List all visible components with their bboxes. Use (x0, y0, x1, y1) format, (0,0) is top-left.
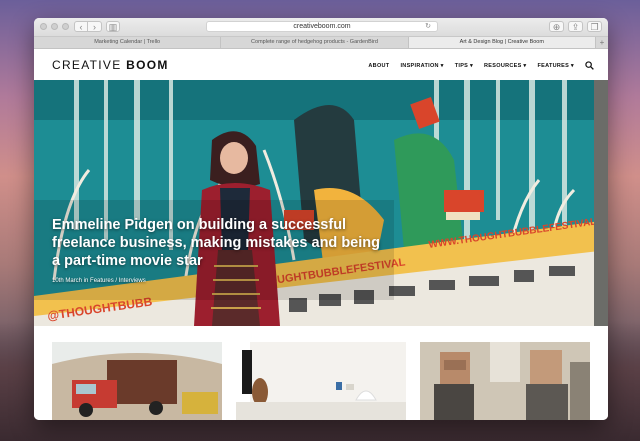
tab-trello[interactable]: Marketing Calendar | Trello (34, 37, 222, 48)
toolbar-right-buttons: ⊕ ⇪ ❐ (549, 21, 602, 32)
browser-toolbar: ‹ › ▥ creativeboom.com ↻ ⊕ ⇪ ❐ (34, 18, 608, 37)
article-card-office[interactable] (236, 342, 406, 420)
back-button[interactable]: ‹ (74, 21, 88, 32)
card-image-portraits (420, 342, 590, 420)
logo-light-text: CREATIVE (52, 58, 127, 72)
main-nav: ABOUT INSPIRATION ▾ TIPS ▾ RESOURCES ▾ F… (368, 61, 594, 70)
history-buttons: ‹ › (74, 21, 102, 32)
nav-inspiration[interactable]: INSPIRATION ▾ (400, 63, 443, 69)
reload-icon[interactable]: ↻ (425, 22, 431, 32)
minimize-window-button[interactable] (51, 23, 58, 30)
new-tab-button[interactable]: + (596, 37, 608, 48)
site-logo[interactable]: CREATIVE BOOM (52, 58, 169, 72)
category-link-interviews[interactable]: Interviews (119, 278, 146, 284)
zoom-window-button[interactable] (62, 23, 69, 30)
nav-features[interactable]: FEATURES ▾ (537, 63, 574, 69)
hero-article-meta: 10th March in Features / Interviews (52, 278, 146, 284)
article-date: 10th March (52, 278, 83, 284)
download-icon[interactable]: ⊕ (549, 21, 564, 32)
article-card-portraits[interactable] (420, 342, 590, 420)
browser-window: ‹ › ▥ creativeboom.com ↻ ⊕ ⇪ ❐ Marketing… (34, 18, 608, 420)
tab-creative-boom[interactable]: Art & Design Blog | Creative Boom (408, 37, 596, 48)
logo-bold-text: BOOM (126, 58, 169, 72)
sidebar-toggle-button[interactable]: ▥ (106, 21, 120, 32)
window-controls (40, 23, 69, 30)
category-link-features[interactable]: Features (90, 278, 114, 284)
tab-bar: Marketing Calendar | Trello Complete ran… (34, 37, 608, 49)
forward-button[interactable]: › (88, 21, 102, 32)
hero-article-title[interactable]: Emmeline Pidgen on building a successful… (52, 216, 392, 270)
nav-tips[interactable]: TIPS ▾ (455, 63, 473, 69)
close-window-button[interactable] (40, 23, 47, 30)
site-header: CREATIVE BOOM ABOUT INSPIRATION ▾ TIPS ▾… (34, 49, 608, 81)
article-cards (34, 326, 608, 420)
card-image-truck (52, 342, 222, 420)
address-bar[interactable]: creativeboom.com ↻ (206, 21, 438, 32)
article-card-truck[interactable] (52, 342, 222, 420)
tabs-overview-icon[interactable]: ❐ (587, 21, 602, 32)
meta-in-text: in (82, 278, 91, 284)
hero-image: WWW.THOUGHTBUBBLEFESTIVAL.COM @THOUGHTBU… (34, 80, 608, 326)
nav-about[interactable]: ABOUT (368, 63, 389, 69)
url-text: creativeboom.com (293, 23, 351, 30)
nav-resources[interactable]: RESOURCES ▾ (484, 63, 526, 69)
share-icon[interactable]: ⇪ (568, 21, 583, 32)
hero-feature[interactable]: WWW.THOUGHTBUBBLEFESTIVAL.COM @THOUGHTBU… (34, 80, 608, 326)
search-icon[interactable] (585, 61, 594, 70)
card-image-office (236, 342, 406, 420)
tab-gardenbird[interactable]: Complete range of hedgehog products - Ga… (221, 37, 409, 48)
